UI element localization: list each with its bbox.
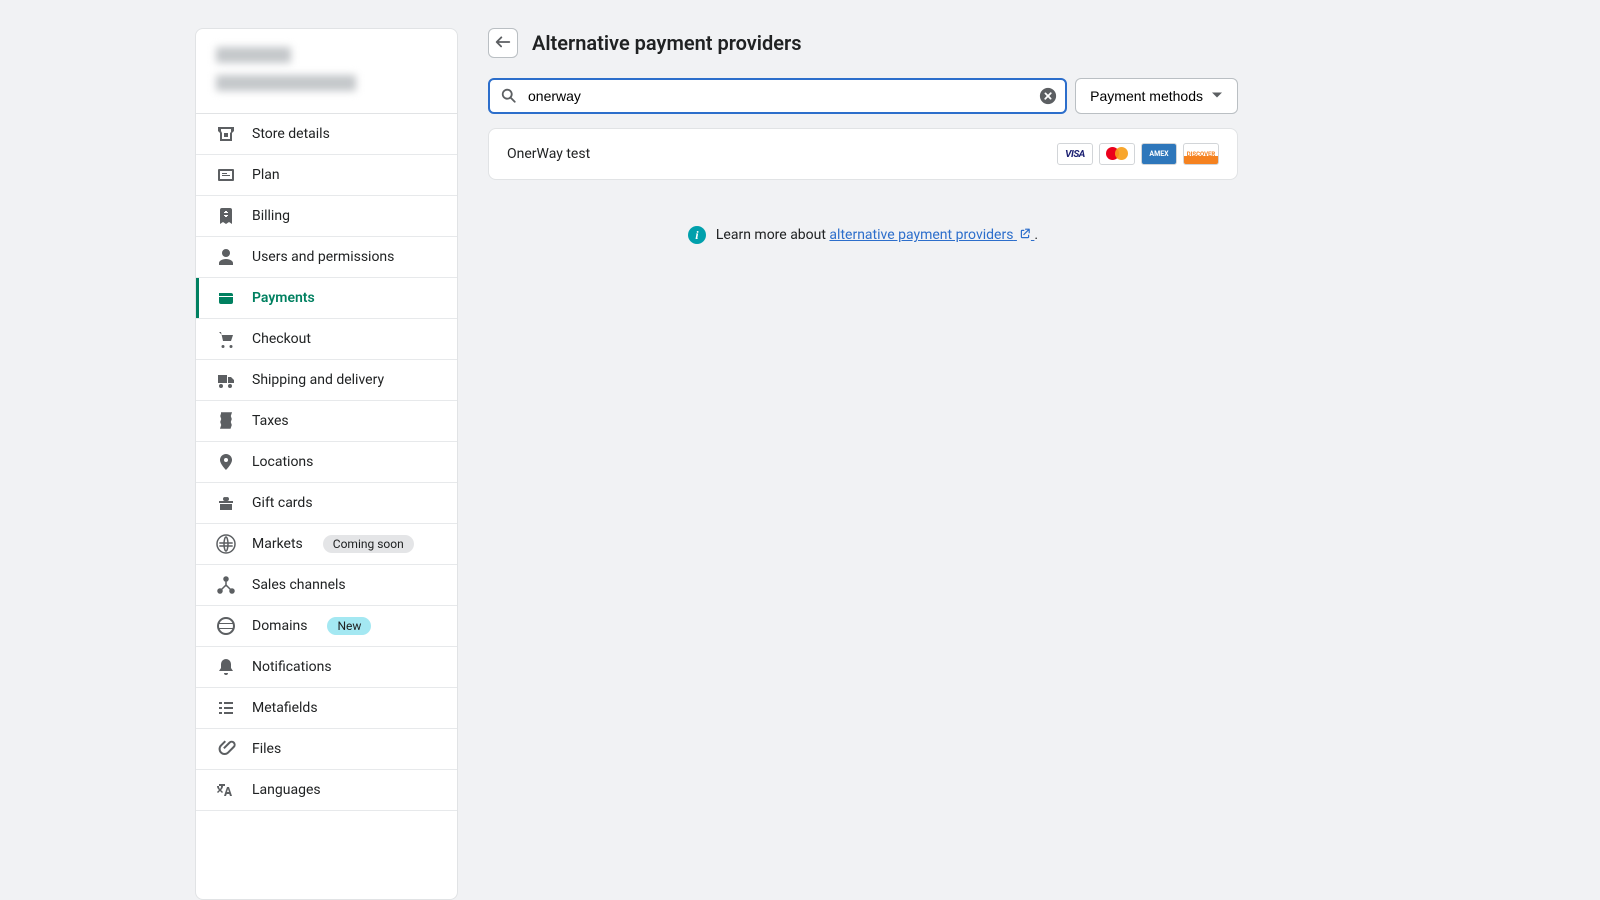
sidebar-item-label: Metafields	[252, 700, 318, 716]
sidebar-item-locations[interactable]: Locations	[196, 442, 457, 483]
notifications-icon	[216, 657, 236, 677]
sidebar-item-label: Store details	[252, 126, 330, 142]
sidebar-item-label: Shipping and delivery	[252, 372, 384, 388]
payments-icon	[216, 288, 236, 308]
sidebar-nav: Store details Plan Billing Users and permis…	[196, 114, 457, 811]
learn-more: i Learn more about alternative payment p…	[488, 226, 1238, 244]
shipping-icon	[216, 370, 236, 390]
billing-icon	[216, 206, 236, 226]
sidebar-item-label: Languages	[252, 782, 321, 798]
clear-icon[interactable]	[1039, 87, 1057, 105]
users-icon	[216, 247, 236, 267]
learn-more-prefix: Learn more about	[716, 227, 830, 243]
metafields-icon	[216, 698, 236, 718]
supported-cards: VISA AMEX DISCOVER	[1057, 143, 1219, 165]
learn-more-suffix: .	[1034, 227, 1038, 243]
filter-label: Payment methods	[1090, 88, 1203, 104]
sidebar-item-label: Domains	[252, 618, 307, 634]
badge: New	[327, 617, 371, 635]
sidebar-item-label: Billing	[252, 208, 290, 224]
settings-sidebar: Store details Plan Billing Users and permis…	[195, 28, 458, 900]
sidebar-item-sales-channels[interactable]: Sales channels	[196, 565, 457, 606]
sidebar-item-taxes[interactable]: Taxes	[196, 401, 457, 442]
sidebar-item-label: Files	[252, 741, 281, 757]
sidebar-header	[196, 29, 457, 114]
sidebar-item-label: Markets	[252, 536, 303, 552]
sidebar-item-store-details[interactable]: Store details	[196, 114, 457, 155]
info-icon: i	[688, 226, 706, 244]
sidebar-item-label: Notifications	[252, 659, 332, 675]
sidebar-item-billing[interactable]: Billing	[196, 196, 457, 237]
languages-icon	[216, 780, 236, 800]
visa-icon: VISA	[1057, 143, 1093, 165]
sidebar-item-label: Checkout	[252, 331, 311, 347]
sidebar-item-label: Payments	[252, 290, 315, 306]
provider-name: OnerWay test	[507, 146, 590, 162]
sidebar-item-label: Taxes	[252, 413, 289, 429]
external-link-icon	[1019, 228, 1031, 240]
sidebar-item-notifications[interactable]: Notifications	[196, 647, 457, 688]
files-icon	[216, 739, 236, 759]
sidebar-item-payments[interactable]: Payments	[196, 278, 457, 319]
sidebar-item-languages[interactable]: Languages	[196, 770, 457, 811]
learn-more-link[interactable]: alternative payment providers	[829, 227, 1034, 243]
payment-methods-filter[interactable]: Payment methods	[1075, 78, 1238, 114]
provider-result[interactable]: OnerWay test VISA AMEX DISCOVER	[488, 128, 1238, 180]
sidebar-item-plan[interactable]: Plan	[196, 155, 457, 196]
search-wrap	[488, 78, 1067, 114]
amex-icon: AMEX	[1141, 143, 1177, 165]
sidebar-item-gift-cards[interactable]: Gift cards	[196, 483, 457, 524]
sidebar-item-label: Users and permissions	[252, 249, 394, 265]
domains-icon	[216, 616, 236, 636]
store-icon	[216, 124, 236, 144]
back-button[interactable]	[488, 28, 518, 58]
markets-icon	[216, 534, 236, 554]
taxes-icon	[216, 411, 236, 431]
sidebar-item-shipping-and-delivery[interactable]: Shipping and delivery	[196, 360, 457, 401]
store-name-redacted	[216, 47, 291, 63]
sidebar-item-label: Locations	[252, 454, 313, 470]
page-title: Alternative payment providers	[532, 31, 802, 55]
locations-icon	[216, 452, 236, 472]
checkout-icon	[216, 329, 236, 349]
sidebar-item-label: Gift cards	[252, 495, 313, 511]
plan-icon	[216, 165, 236, 185]
sidebar-item-checkout[interactable]: Checkout	[196, 319, 457, 360]
arrow-left-icon	[494, 33, 512, 54]
sidebar-item-users-and-permissions[interactable]: Users and permissions	[196, 237, 457, 278]
channels-icon	[216, 575, 236, 595]
search-icon	[500, 87, 518, 105]
mastercard-icon	[1099, 143, 1135, 165]
page-header: Alternative payment providers	[488, 28, 1238, 58]
gift-icon	[216, 493, 236, 513]
sidebar-item-markets[interactable]: Markets Coming soon	[196, 524, 457, 565]
sidebar-item-domains[interactable]: Domains New	[196, 606, 457, 647]
store-url-redacted	[216, 75, 356, 91]
search-input[interactable]	[488, 78, 1067, 114]
search-row: Payment methods	[488, 78, 1238, 114]
caret-down-icon	[1211, 88, 1223, 104]
learn-more-link-text: alternative payment providers	[829, 227, 1013, 243]
main-content: Alternative payment providers Payment me…	[458, 28, 1268, 900]
sidebar-item-label: Sales channels	[252, 577, 346, 593]
discover-icon: DISCOVER	[1183, 143, 1219, 165]
badge: Coming soon	[323, 535, 414, 553]
sidebar-item-label: Plan	[252, 167, 280, 183]
sidebar-item-metafields[interactable]: Metafields	[196, 688, 457, 729]
sidebar-item-files[interactable]: Files	[196, 729, 457, 770]
